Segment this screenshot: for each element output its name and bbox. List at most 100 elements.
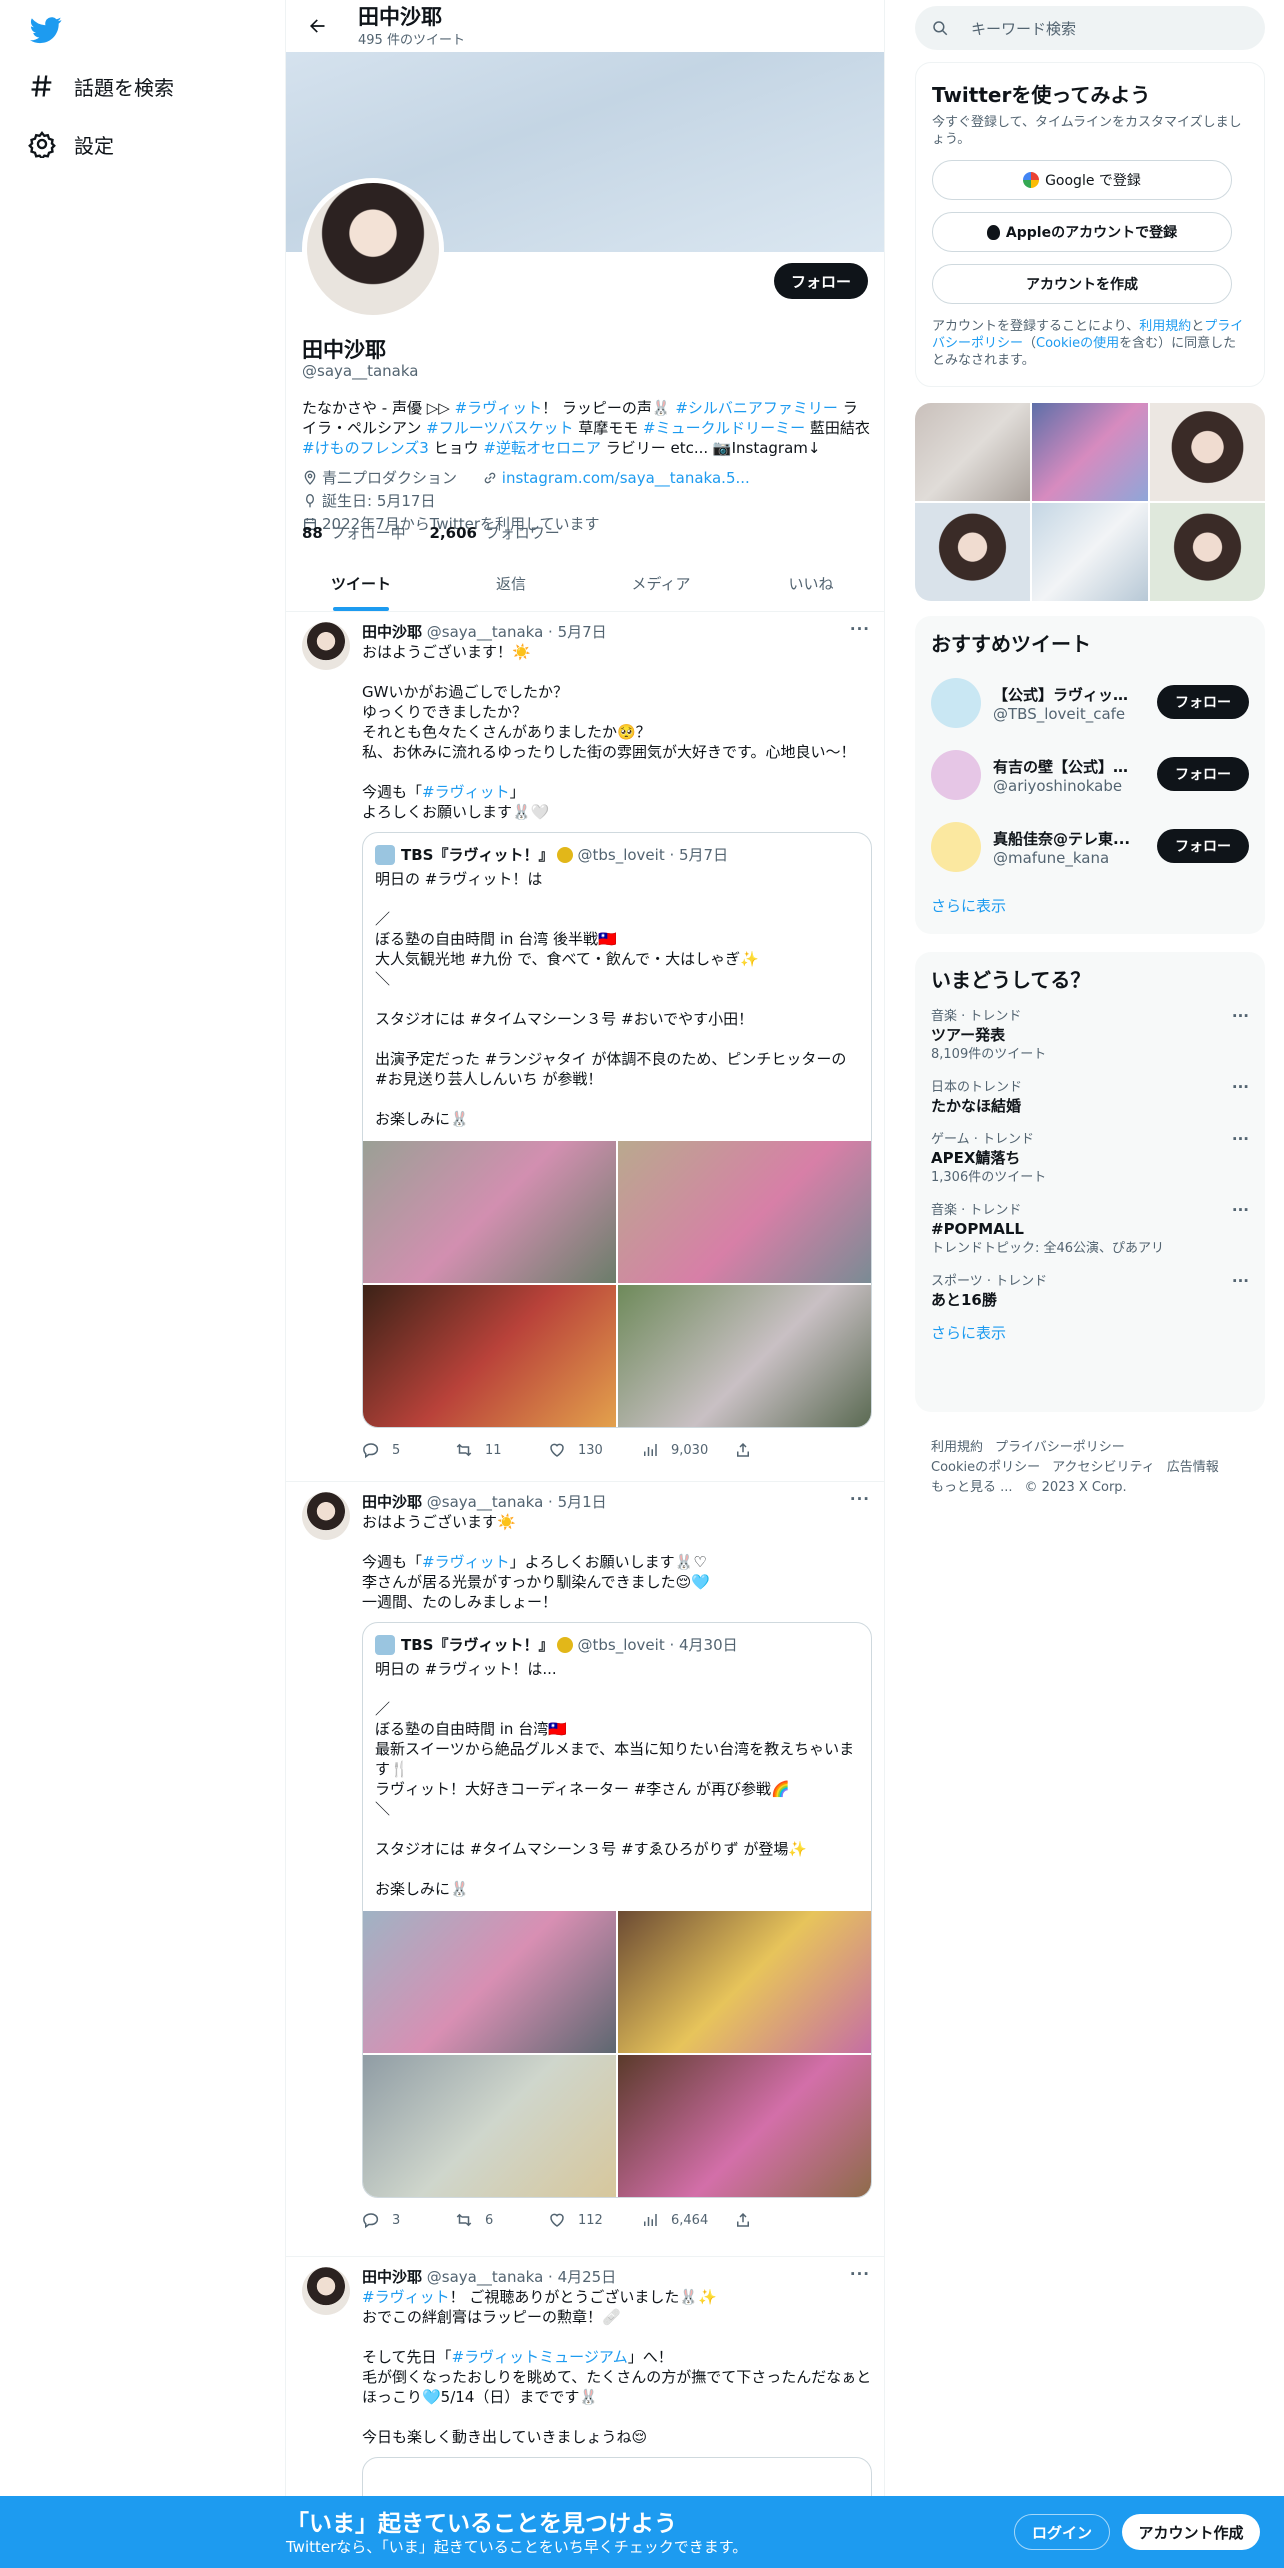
- tweet-avatar[interactable]: [302, 2267, 350, 2315]
- following-link[interactable]: 88 フォロー中: [302, 524, 406, 542]
- tweet-date[interactable]: 4月25日: [558, 2268, 617, 2286]
- tweet-author-handle[interactable]: @saya__tanaka: [427, 1493, 543, 1511]
- reply-button[interactable]: 3: [362, 2211, 455, 2229]
- photo-thumbnail[interactable]: [915, 503, 1031, 601]
- photo-thumbnail[interactable]: [1149, 403, 1265, 501]
- quoted-tweet[interactable]: TBS『ラヴィット！』 @tbs_loveit · 4月30日 明日の #ラヴィ…: [362, 1622, 872, 2198]
- like-button[interactable]: 112: [548, 2211, 641, 2229]
- bio-hashtag-link[interactable]: #フルーツバスケット: [426, 419, 573, 437]
- bio-hashtag-link[interactable]: #シルバニアファミリー: [675, 399, 838, 417]
- reply-button[interactable]: 5: [362, 1441, 455, 1459]
- follow-button[interactable]: フォロー: [774, 263, 868, 299]
- profile-avatar[interactable]: [302, 178, 444, 320]
- tweet-author-handle[interactable]: @saya__tanaka: [427, 2268, 543, 2286]
- recommended-account[interactable]: 真船佳奈@テレ東... @mafune_kana フォロー: [931, 811, 1249, 883]
- quote-header: TBS『ラヴィット！』 @tbs_loveit · 4月30日: [363, 1623, 871, 1655]
- tweet-date[interactable]: 5月1日: [558, 1493, 607, 1511]
- hashtag-link[interactable]: #ラヴィット: [422, 783, 510, 801]
- bio-hashtag-link[interactable]: #けものフレンズ3: [302, 439, 429, 457]
- show-more-link[interactable]: さらに表示: [931, 1322, 1249, 1343]
- back-button[interactable]: [300, 9, 334, 43]
- apple-signup-button[interactable]: Appleのアカウントで登録: [932, 212, 1232, 252]
- trend-item[interactable]: ゲーム · トレンド APEX鯖落ち 1,306件のツイート ···: [931, 1130, 1249, 1187]
- footer-link[interactable]: アクセシビリティ: [1052, 1460, 1155, 1475]
- media-image[interactable]: [363, 1911, 616, 2053]
- recommended-account[interactable]: 【公式】ラヴィット... @TBS_loveit_cafe フォロー: [931, 667, 1249, 739]
- footer-link[interactable]: プライバシーポリシー: [995, 1440, 1125, 1455]
- profile-link[interactable]: instagram.com/saya__tanaka.5...: [482, 468, 760, 488]
- tweet-author-name[interactable]: 田中沙耶: [362, 2268, 422, 2286]
- twitter-logo-icon[interactable]: [28, 14, 64, 46]
- bio-hashtag-link[interactable]: #ラヴィット: [455, 399, 543, 417]
- retweet-button[interactable]: 11: [455, 1441, 548, 1459]
- trend-more-button[interactable]: ···: [1232, 1201, 1249, 1220]
- footer-link[interactable]: Cookieのポリシー: [931, 1460, 1040, 1475]
- tab-media[interactable]: メディア: [586, 556, 736, 611]
- views-button[interactable]: 6,464: [641, 2211, 734, 2229]
- bio-hashtag-link[interactable]: #逆転オセロニア: [483, 439, 601, 457]
- trend-item[interactable]: 音楽 · トレンド #POPMALL トレンドトピック: 全46公演、ぴあアリ …: [931, 1201, 1249, 1258]
- hashtag-link[interactable]: #ラヴィット: [422, 1553, 510, 1571]
- media-image[interactable]: [618, 1911, 871, 2053]
- followers-link[interactable]: 2,606 フォロワー: [430, 524, 560, 542]
- share-button[interactable]: [734, 1441, 827, 1459]
- trend-more-button[interactable]: ···: [1232, 1272, 1249, 1291]
- media-image[interactable]: [618, 1141, 871, 1283]
- share-button[interactable]: [734, 2211, 827, 2229]
- create-account-button[interactable]: アカウントを作成: [932, 264, 1232, 304]
- bio-hashtag-link[interactable]: #ミュークルドリーミー: [643, 419, 805, 437]
- search-input[interactable]: キーワード検索: [915, 6, 1265, 50]
- tweet-date[interactable]: 5月7日: [558, 623, 607, 641]
- trend-more-button[interactable]: ···: [1232, 1007, 1249, 1026]
- media-image[interactable]: [618, 1285, 871, 1427]
- tweet-avatar[interactable]: [302, 1492, 350, 1540]
- media-image[interactable]: [363, 2055, 616, 2197]
- footer-link[interactable]: 利用規約: [931, 1440, 983, 1455]
- trend-item[interactable]: 日本のトレンド たかなほ結婚 ···: [931, 1078, 1249, 1116]
- trend-item[interactable]: 音楽 · トレンド ツアー発表 8,109件のツイート ···: [931, 1007, 1249, 1064]
- tweet-avatar[interactable]: [302, 622, 350, 670]
- trend-more-button[interactable]: ···: [1232, 1130, 1249, 1149]
- show-more-link[interactable]: さらに表示: [931, 895, 1249, 916]
- footer-link[interactable]: 広告情報: [1167, 1460, 1219, 1475]
- tweet-author-handle[interactable]: @saya__tanaka: [427, 623, 543, 641]
- tweet-body: 田中沙耶 @saya__tanaka · 5月7日 おはようございます！☀️ G…: [362, 622, 872, 1460]
- media-image[interactable]: [363, 1285, 616, 1427]
- tab-replies[interactable]: 返信: [436, 556, 586, 611]
- retweet-button[interactable]: 6: [455, 2211, 548, 2229]
- recommended-account[interactable]: 有吉の壁【公式】毎... @ariyoshinokabe フォロー: [931, 739, 1249, 811]
- hashtag-link[interactable]: #ラヴィット: [362, 2288, 450, 2306]
- tweet-author-name[interactable]: 田中沙耶: [362, 1493, 422, 1511]
- cookie-link[interactable]: Cookieの使用: [1036, 336, 1119, 351]
- media-image[interactable]: [363, 1141, 616, 1283]
- nav-settings[interactable]: 設定: [28, 124, 114, 164]
- login-button[interactable]: ログイン: [1014, 2514, 1110, 2550]
- views-button[interactable]: 9,030: [641, 1441, 734, 1459]
- footer-link[interactable]: もっと見る ...: [931, 1480, 1013, 1495]
- tab-likes[interactable]: いいね: [736, 556, 884, 611]
- quoted-tweet[interactable]: TBS『ラヴィット！』 @tbs_loveit · 5月7日 明日の #ラヴィッ…: [362, 832, 872, 1428]
- signup-button[interactable]: アカウント作成: [1122, 2514, 1260, 2550]
- photo-thumbnail[interactable]: [1032, 503, 1148, 601]
- quote-date: 5月7日: [679, 846, 729, 864]
- google-signup-button[interactable]: Google で登録: [932, 160, 1232, 200]
- media-image[interactable]: [618, 2055, 871, 2197]
- photo-thumbnail[interactable]: [1149, 503, 1265, 601]
- trend-item[interactable]: スポーツ · トレンド あと16勝 ···: [931, 1272, 1249, 1310]
- nav-explore[interactable]: 話題を検索: [28, 66, 174, 106]
- tab-tweets[interactable]: ツイート: [286, 556, 436, 611]
- trend-more-button[interactable]: ···: [1232, 1078, 1249, 1097]
- follow-button[interactable]: フォロー: [1157, 829, 1249, 863]
- profile-link-text[interactable]: instagram.com/saya__tanaka.5...: [502, 468, 750, 488]
- trend-category: 音楽 · トレンド: [931, 1009, 1022, 1024]
- follow-button[interactable]: フォロー: [1157, 757, 1249, 791]
- follow-button[interactable]: フォロー: [1157, 685, 1249, 719]
- tweet[interactable]: ··· 田中沙耶 @saya__tanaka · 5月1日 おはようございます☀…: [286, 1482, 884, 2257]
- tweet-author-name[interactable]: 田中沙耶: [362, 623, 422, 641]
- hashtag-link[interactable]: #ラヴィットミュージアム: [452, 2348, 628, 2366]
- photo-thumbnail[interactable]: [915, 403, 1031, 501]
- like-button[interactable]: 130: [548, 1441, 641, 1459]
- tweet[interactable]: ··· 田中沙耶 @saya__tanaka · 5月7日 おはようございます！…: [286, 612, 884, 1482]
- terms-link[interactable]: 利用規約: [1139, 319, 1191, 334]
- photo-thumbnail[interactable]: [1032, 403, 1148, 501]
